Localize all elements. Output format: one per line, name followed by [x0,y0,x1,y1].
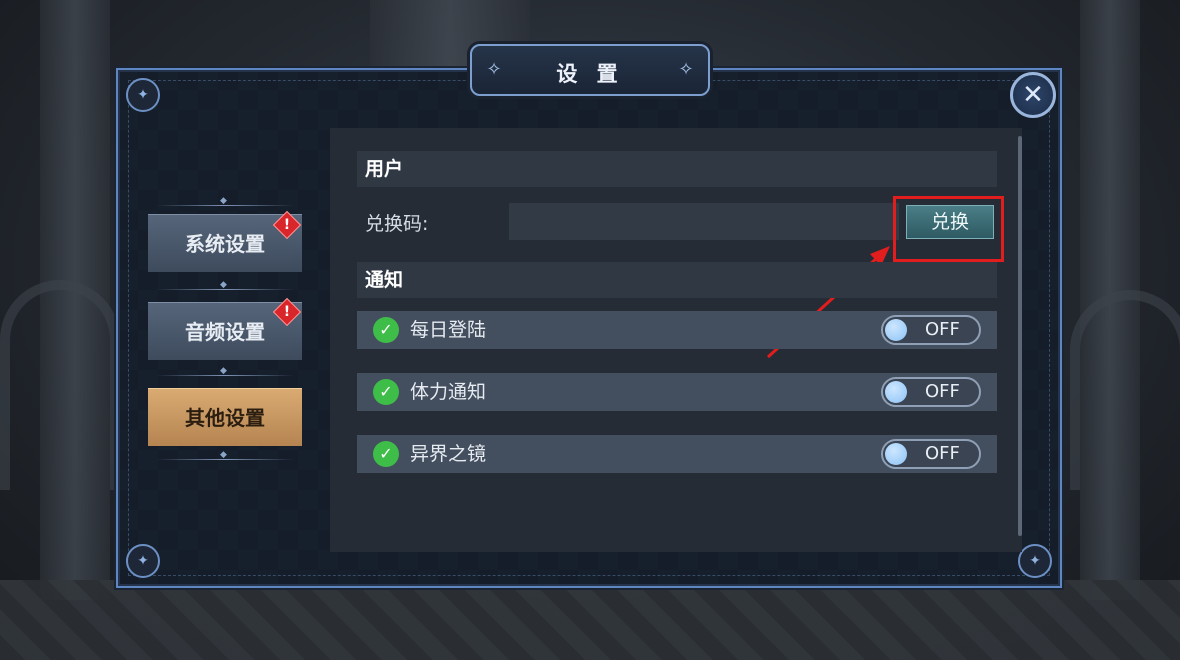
check-icon: ✓ [373,317,399,343]
toggle-state: OFF [925,319,960,340]
close-icon: ✕ [1022,80,1044,110]
notify-row-mirror-realm: ✓ 异界之镜 OFF [357,435,997,473]
toggle-mirror-realm[interactable]: OFF [881,439,981,469]
menu-divider [148,450,302,464]
toggle-knob [885,443,907,465]
corner-ornament-icon [126,544,160,578]
toggle-state: OFF [925,381,960,402]
check-icon: ✓ [373,379,399,405]
menu-divider [148,280,302,294]
menu-item-label: 系统设置 [185,232,265,256]
background-floor [0,580,1180,660]
annotation-highlight-box [893,196,1004,262]
check-icon: ✓ [373,441,399,467]
menu-item-label: 其他设置 [185,406,265,430]
menu-item-label: 音频设置 [185,320,265,344]
content-scrollbar[interactable] [1018,136,1022,536]
menu-divider [148,196,302,210]
corner-ornament-icon [1018,544,1052,578]
menu-divider [148,366,302,380]
toggle-stamina[interactable]: OFF [881,377,981,407]
section-header-user: 用户 [357,151,997,187]
corner-ornament-icon [126,78,160,112]
page-title: 设 置 [556,62,624,86]
notify-label: 异界之镜 [410,443,487,465]
menu-item-other-settings[interactable]: 其他设置 [148,388,302,446]
notify-label: 每日登陆 [410,319,487,341]
section-header-notify: 通知 [357,262,997,298]
background-arch-right [1070,290,1180,490]
notify-row-daily-login: ✓ 每日登陆 OFF [357,311,997,349]
title-plate: ✧ 设 置 ✧ [470,44,710,96]
background-arch-left [0,280,120,490]
toggle-knob [885,381,907,403]
toggle-state: OFF [925,443,960,464]
title-ornament-icon: ✧ [678,59,694,80]
redeem-code-input[interactable] [509,203,899,240]
toggle-knob [885,319,907,341]
notify-label: 体力通知 [410,381,487,403]
close-button[interactable]: ✕ [1010,72,1056,118]
redeem-code-label: 兑换码: [365,213,429,235]
toggle-daily-login[interactable]: OFF [881,315,981,345]
notify-row-stamina: ✓ 体力通知 OFF [357,373,997,411]
